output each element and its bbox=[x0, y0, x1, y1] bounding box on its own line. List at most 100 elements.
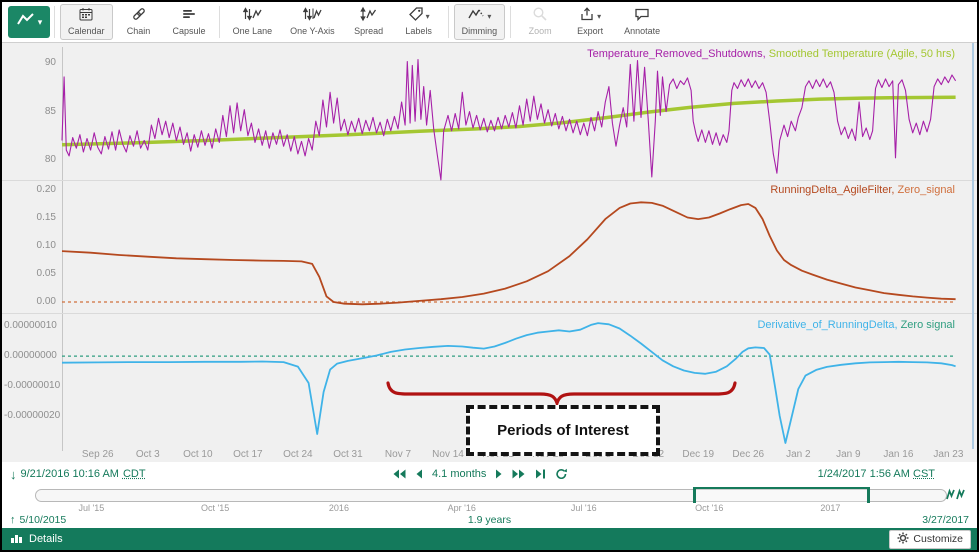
zoom-icon bbox=[532, 6, 548, 27]
annotate-icon bbox=[634, 6, 650, 27]
one-lane-icon bbox=[243, 6, 262, 27]
dimming-icon bbox=[467, 6, 485, 27]
legend-item[interactable]: Zero signal bbox=[901, 319, 955, 331]
toolbar-button-label: Calendar bbox=[68, 26, 105, 36]
lane-separator bbox=[2, 313, 977, 314]
full-range-end-date[interactable]: 3/27/2017 bbox=[922, 514, 969, 526]
range-start-timezone-link[interactable]: CDT bbox=[123, 468, 146, 480]
toolbar-button-label: Zoom bbox=[529, 26, 552, 36]
x-axis-tick-label: Oct 17 bbox=[221, 449, 275, 460]
toolbar-divider bbox=[448, 6, 449, 38]
toolbar-button-label: Export bbox=[577, 26, 603, 36]
y-axis-tick-label: 0.20 bbox=[4, 184, 56, 195]
pan-far-right-button[interactable] bbox=[512, 469, 526, 479]
y-axis-tick-label: 0.00000010 bbox=[4, 320, 56, 331]
x-axis-tick-label: Jan 2 bbox=[771, 449, 825, 460]
x-axis-tick-label: Dec 26 bbox=[721, 449, 775, 460]
export-icon bbox=[579, 6, 595, 27]
range-duration[interactable]: 4.1 months bbox=[432, 468, 486, 480]
toolbar-group: One LaneOne Y-AxisSpread ▾ Labels bbox=[224, 3, 444, 41]
toolbar-button-calendar[interactable]: Calendar bbox=[60, 4, 113, 40]
timeline-row bbox=[2, 486, 977, 504]
chevron-down-icon: ▾ bbox=[38, 17, 43, 28]
x-axis-tick-label: Oct 3 bbox=[121, 449, 175, 460]
toolbar-button-export[interactable]: ▾ Export bbox=[566, 4, 614, 40]
periods-of-interest-annotation[interactable]: Periods of Interest bbox=[466, 405, 660, 456]
range-end-datetime[interactable]: 1/24/2017 1:56 AM bbox=[818, 468, 910, 480]
timeline-date-label: Oct '15 bbox=[193, 503, 237, 513]
timeline-date-label: Oct '16 bbox=[687, 503, 731, 513]
timeline-date-label: 2017 bbox=[808, 503, 852, 513]
y-axis-tick-label: 0.10 bbox=[4, 240, 56, 251]
lane-legend: Derivative_of_RunningDelta, Zero signal bbox=[757, 319, 955, 331]
toolbar-button-label: Chain bbox=[127, 26, 151, 36]
trend-workbench-window: ▾ Calendar Chain Capsule One LaneOne Y-Axis… bbox=[0, 0, 979, 552]
toolbar-button-zoom: Zoom bbox=[516, 4, 564, 40]
legend-item[interactable]: Zero_signal bbox=[898, 184, 955, 196]
toolbar-divider bbox=[219, 6, 220, 38]
x-axis-tick-label: Sep 26 bbox=[71, 449, 125, 460]
legend-item[interactable]: Smoothed Temperature (Agile, 50 hrs) bbox=[769, 48, 955, 60]
details-button[interactable]: Details bbox=[10, 532, 63, 547]
legend-item[interactable]: RunningDelta_AgileFilter, bbox=[770, 184, 897, 196]
lane-scrollbar[interactable] bbox=[972, 43, 974, 449]
bottom-bar: Details Customize bbox=[2, 528, 977, 550]
trend-plot bbox=[2, 43, 977, 462]
x-axis-tick-label: Jan 9 bbox=[821, 449, 875, 460]
lane-separator bbox=[2, 180, 977, 181]
timeline-date-label: Jul '16 bbox=[562, 503, 606, 513]
timeline-labels: Jul '15Oct '152016Apr '16Jul '16Oct '162… bbox=[2, 503, 977, 514]
toolbar-group: Calendar Chain Capsule bbox=[59, 3, 215, 41]
timeline-track[interactable] bbox=[35, 489, 947, 502]
range-start-arrow-icon: ↓ bbox=[10, 467, 17, 482]
y-axis-tick-label: 0.05 bbox=[4, 268, 56, 279]
customize-label: Customize bbox=[913, 533, 963, 545]
toolbar-button-annotate[interactable]: Annotate bbox=[616, 4, 668, 40]
toolbar-button-one-lane[interactable]: One Lane bbox=[225, 4, 281, 40]
toolbar-button-label: Capsule bbox=[173, 26, 206, 36]
go-to-now-button[interactable] bbox=[535, 469, 546, 479]
toolbar-button-capsule[interactable]: Capsule bbox=[165, 4, 214, 40]
one-y-axis-icon bbox=[303, 6, 322, 27]
legend-item[interactable]: Temperature_Removed_Shutdowns, bbox=[587, 48, 769, 60]
pan-right-button[interactable] bbox=[495, 469, 503, 479]
chevron-down-icon: ▾ bbox=[426, 12, 430, 21]
chevron-down-icon: ▾ bbox=[487, 12, 491, 21]
toolbar-button-chain[interactable]: Chain bbox=[115, 4, 163, 40]
pan-far-left-button[interactable] bbox=[392, 469, 406, 479]
customize-button[interactable]: Customize bbox=[889, 530, 971, 549]
toolbar-button-labels[interactable]: ▾ Labels bbox=[395, 4, 443, 40]
trend-view-button[interactable]: ▾ bbox=[8, 6, 50, 38]
timeline-date-label: Apr '16 bbox=[440, 503, 484, 513]
x-axis-tick-label: Jan 16 bbox=[871, 449, 925, 460]
range-end-timezone-link[interactable]: CST bbox=[913, 468, 935, 480]
toolbar-group: ▾ Dimming bbox=[453, 3, 507, 41]
legend-item[interactable]: Derivative_of_RunningDelta, bbox=[757, 319, 900, 331]
toolbar: ▾ Calendar Chain Capsule One LaneOne Y-Axis… bbox=[2, 2, 977, 43]
toolbar-button-label: Annotate bbox=[624, 26, 660, 36]
lane-legend: Temperature_Removed_Shutdowns, Smoothed … bbox=[587, 48, 955, 60]
toolbar-button-spread[interactable]: Spread bbox=[345, 4, 393, 40]
lane-legend: RunningDelta_AgileFilter, Zero_signal bbox=[770, 184, 955, 196]
x-axis-tick-label: Dec 19 bbox=[671, 449, 725, 460]
y-axis-tick-label: 0.00 bbox=[4, 296, 56, 307]
capsule-icon bbox=[181, 6, 197, 27]
range-start-datetime[interactable]: 9/21/2016 10:16 AM bbox=[21, 468, 119, 480]
range-navigation: 4.1 months bbox=[392, 468, 568, 480]
x-axis-tick-label: Oct 31 bbox=[321, 449, 375, 460]
annotation-label: Periods of Interest bbox=[497, 422, 629, 439]
x-axis-tick-label: Nov 7 bbox=[371, 449, 425, 460]
chevron-down-icon: ▾ bbox=[597, 12, 601, 21]
toolbar-button-one-y-axis[interactable]: One Y-Axis bbox=[282, 4, 343, 40]
toolbar-button-dimming[interactable]: ▾ Dimming bbox=[454, 4, 506, 40]
pan-left-button[interactable] bbox=[415, 469, 423, 479]
display-range-row: ↓ 9/21/2016 10:16 AM CDT 4.1 months 1/24… bbox=[2, 462, 977, 486]
toolbar-group: Zoom ▾ Export Annotate bbox=[515, 3, 669, 41]
details-chart-icon bbox=[10, 532, 24, 547]
toolbar-button-label: Labels bbox=[405, 26, 432, 36]
auto-update-button[interactable] bbox=[555, 468, 568, 480]
toolbar-button-label: Dimming bbox=[462, 26, 498, 36]
y-axis-tick-label: 0.00000000 bbox=[4, 350, 56, 361]
labels-icon bbox=[408, 6, 424, 27]
y-axis-tick-label: 90 bbox=[4, 57, 56, 68]
